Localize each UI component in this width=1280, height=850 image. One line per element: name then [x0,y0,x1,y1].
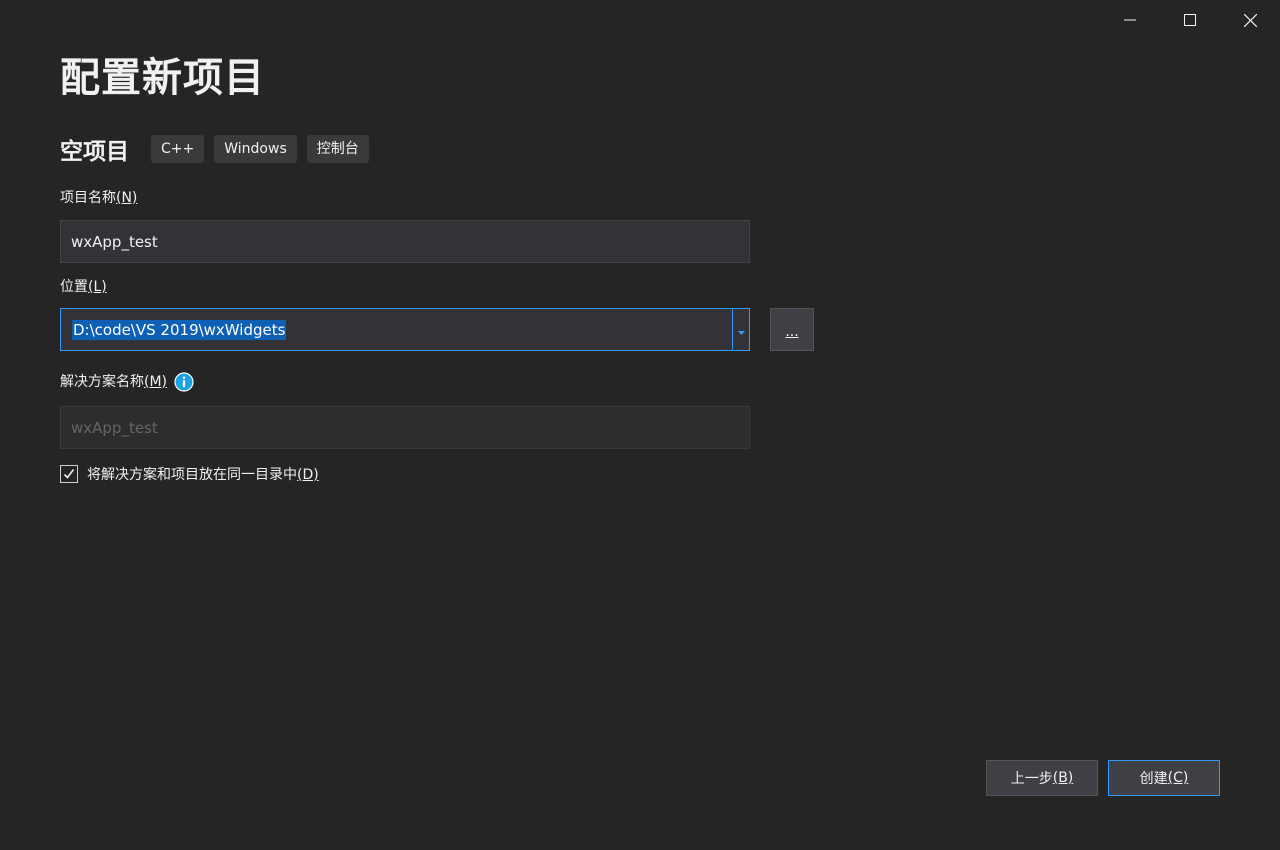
solution-name-input: wxApp_test [60,406,750,449]
location-combobox[interactable]: D:\code\VS 2019\wxWidgets [60,308,750,351]
create-button-mnemonic: (C) [1167,770,1189,786]
solution-name-value: wxApp_test [71,418,158,437]
browse-button[interactable]: ... [770,308,814,351]
same-directory-mnemonic: (D) [297,467,319,483]
template-info: 空项目 C++ Windows 控制台 [60,134,379,165]
page-title: 配置新项目 [60,55,265,101]
solution-name-label-text: 解决方案名称 [60,374,144,390]
location-label-text: 位置 [60,279,88,295]
project-name-label: 项目名称 (N) [60,188,137,208]
chevron-down-icon [737,320,745,339]
location-label: 位置 (L) [60,277,107,297]
minimize-icon [1124,14,1136,26]
create-button[interactable]: 创建 (C) [1108,760,1220,796]
same-directory-checkbox[interactable] [60,465,78,483]
template-name: 空项目 [60,139,129,165]
back-button-mnemonic: (B) [1052,770,1074,786]
same-directory-label-text: 将解决方案和项目放在同一目录中 [87,467,297,483]
window-controls [1100,0,1280,40]
location-dropdown-button[interactable] [732,309,749,350]
back-button-label: 上一步 [1010,771,1053,787]
browse-button-label: ... [785,324,799,340]
project-name-label-text: 项目名称 [60,190,116,206]
solution-name-label: 解决方案名称 (M) [60,372,194,392]
project-name-mnemonic: (N) [116,190,138,206]
close-button[interactable] [1220,0,1280,40]
maximize-button[interactable] [1160,0,1220,40]
tag-project-type: 控制台 [306,135,369,163]
tag-language: C++ [151,135,205,163]
location-value: D:\code\VS 2019\wxWidgets [72,319,287,340]
back-button[interactable]: 上一步 (B) [986,760,1098,796]
close-icon [1243,13,1257,27]
configure-project-window: 配置新项目 空项目 C++ Windows 控制台 项目名称 (N) wxApp_… [0,0,1280,850]
checkmark-icon [63,465,75,484]
location-mnemonic: (L) [88,279,107,295]
same-directory-option[interactable]: 将解决方案和项目放在同一目录中(D) [60,464,319,484]
tag-platform: Windows [214,135,297,163]
same-directory-label: 将解决方案和项目放在同一目录中(D) [87,464,319,484]
location-input[interactable]: D:\code\VS 2019\wxWidgets [61,309,732,350]
create-button-label: 创建 [1139,771,1168,787]
solution-name-mnemonic: (M) [144,374,168,390]
project-name-value: wxApp_test [71,232,158,251]
maximize-icon [1184,14,1196,26]
info-icon[interactable] [174,372,194,392]
project-name-input[interactable]: wxApp_test [60,220,750,263]
minimize-button[interactable] [1100,0,1160,40]
